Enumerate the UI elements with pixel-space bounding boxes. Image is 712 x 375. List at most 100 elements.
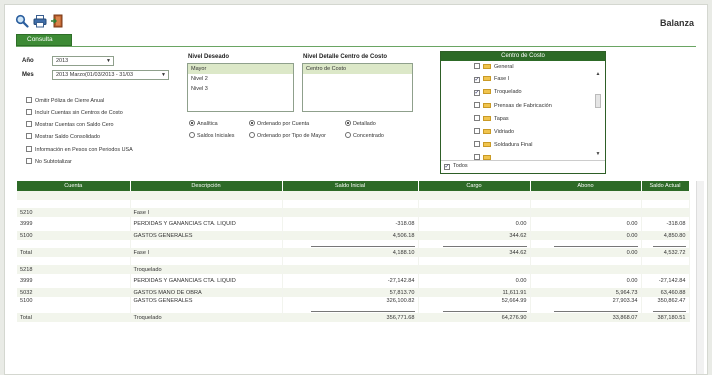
radio-detallado[interactable]: Detallado (345, 120, 376, 127)
chevron-down-icon[interactable]: ▼ (594, 151, 602, 159)
table-total-row[interactable]: Total Troquelado 356,771.68 64,276.90 33… (17, 313, 690, 322)
checkbox[interactable] (474, 128, 480, 134)
cell-saldo-actual: 350,862.47 (641, 297, 690, 305)
toolbar (15, 14, 66, 30)
radio-analitica[interactable]: Analítica (189, 120, 218, 127)
table-row[interactable]: 5210 Fase I (17, 208, 690, 217)
option-pesos-usa[interactable]: Información en Pesos con Periodos USA (26, 146, 133, 153)
cell-abono: 0.00 (530, 248, 642, 257)
mes-select[interactable]: 2013 Marzo(01/03/2013 - 31/03 ▼ (52, 70, 169, 80)
balanza-window: Balanza Consulta Año 2013 ▼ Mes 2013 Mar… (4, 4, 708, 375)
tree-item-vidriado[interactable]: Vidriado (474, 128, 514, 135)
checkbox[interactable] (26, 133, 32, 139)
print-icon[interactable] (33, 14, 47, 28)
list-item[interactable]: Nivel 2 (188, 74, 293, 84)
radio-button[interactable] (345, 132, 351, 138)
nivel-detalle-list[interactable]: Centro de Costo (302, 63, 413, 112)
table-row[interactable]: 5100 GASTOS GENERALES 4,506.18 344.62 0.… (17, 231, 690, 240)
cell-saldo-inicial: -27,142.84 (282, 274, 419, 288)
checkbox[interactable] (26, 158, 32, 164)
radio-button[interactable] (249, 120, 255, 126)
cell-descripcion: PERDIDAS Y GANANCIAS CTA. LIQUID (130, 217, 283, 231)
chevron-down-icon: ▼ (106, 58, 111, 64)
checkbox[interactable] (444, 164, 450, 170)
checkbox[interactable] (474, 90, 480, 96)
anio-select[interactable]: 2013 ▼ (52, 56, 114, 66)
checkbox[interactable] (474, 77, 480, 83)
folder-icon (483, 89, 491, 94)
nivel-deseado-label: Nivel Deseado (188, 54, 230, 60)
checkbox[interactable] (26, 121, 32, 127)
checkbox[interactable] (474, 115, 480, 121)
radio-button[interactable] (345, 120, 351, 126)
table-total-row[interactable]: Total Fase I 4,188.10 344.62 0.00 4,532.… (17, 248, 690, 257)
tree-item-tapas[interactable]: Tapas (474, 115, 509, 122)
option-omitir-poliza[interactable]: Omitir Póliza de Cierre Anual (26, 97, 104, 104)
radio-ordenado-tipo[interactable]: Ordenado por Tipo de Mayor (249, 132, 326, 139)
option-saldo-cero[interactable]: Mostrar Cuentas con Saldo Cero (26, 121, 114, 128)
nivel-deseado-list[interactable]: Mayor Nivel 2 Nivel 3 (187, 63, 294, 112)
checkbox[interactable] (474, 63, 480, 69)
radio-saldos-iniciales[interactable]: Saldos Iniciales (189, 132, 234, 139)
option-label: No Subtotalizar (35, 159, 72, 165)
list-item[interactable]: Nivel 3 (188, 84, 293, 94)
tree-item-general[interactable]: General (474, 63, 514, 70)
tree-scrollbar[interactable]: ▲ ▼ (594, 71, 602, 159)
radio-concentrado[interactable]: Concentrado (345, 132, 384, 139)
todos-option[interactable]: Todos (444, 163, 468, 170)
checkbox[interactable] (474, 154, 480, 160)
scrollbar-thumb[interactable] (595, 94, 601, 108)
todos-label: Todos (453, 163, 468, 169)
checkbox[interactable] (474, 141, 480, 147)
cell-descripcion: GASTOS MANO DE OBRA (130, 288, 283, 297)
subtotal-rule-row (17, 305, 690, 313)
centro-de-costo-panel: Centro de Costo General Fase I Troquelad… (440, 51, 606, 174)
radio-button[interactable] (249, 132, 255, 138)
table-scrollbar[interactable] (696, 181, 704, 374)
subtotal-rule (311, 310, 415, 312)
radio-button[interactable] (189, 132, 195, 138)
option-incluir-cuentas[interactable]: Incluir Cuentas sin Centros de Costo (26, 109, 123, 116)
tree-item-troquelado[interactable]: Troquelado (474, 89, 522, 96)
option-saldo-consolidado[interactable]: Mostrar Saldo Consolidado (26, 133, 100, 140)
cell-saldo-actual: 4,532.72 (641, 248, 690, 257)
option-no-subtotalizar[interactable]: No Subtotalizar (26, 158, 72, 165)
column-header-cargo[interactable]: Cargo (418, 181, 531, 191)
table-row[interactable]: 3999 PERDIDAS Y GANANCIAS CTA. LIQUID -2… (17, 274, 690, 288)
chevron-up-icon[interactable]: ▲ (594, 71, 602, 79)
cell-abono: 27,903.34 (530, 297, 642, 305)
tree-item-soldadura[interactable]: Soldadura Final (474, 141, 533, 148)
tree-item-label: Tapas (494, 116, 509, 122)
centro-de-costo-title: Centro de Costo (441, 52, 605, 61)
anio-select-value: 2013 (56, 58, 69, 64)
checkbox[interactable] (474, 102, 480, 108)
column-header-descripcion[interactable]: Descripción (130, 181, 283, 191)
table-row[interactable]: 3999 PERDIDAS Y GANANCIAS CTA. LIQUID -3… (17, 217, 690, 231)
table-row[interactable]: 5032 GASTOS MANO DE OBRA 57,813.70 11,61… (17, 288, 690, 297)
exit-door-icon[interactable] (50, 14, 64, 28)
subtotal-rule (442, 245, 527, 247)
table-spacer-row (17, 191, 690, 200)
column-header-saldo-inicial[interactable]: Saldo Inicial (282, 181, 419, 191)
checkbox[interactable] (26, 146, 32, 152)
checkbox[interactable] (26, 97, 32, 103)
table-row[interactable]: 5100 GASTOS GENERALES 326,100.82 52,664.… (17, 297, 690, 305)
column-header-cuenta[interactable]: Cuenta (17, 181, 131, 191)
table-row[interactable]: 5218 Troquelado (17, 265, 690, 274)
cell-saldo-inicial: 356,771.68 (282, 313, 419, 322)
list-item[interactable]: Centro de Costo (303, 64, 412, 74)
column-header-abono[interactable]: Abono (530, 181, 642, 191)
column-header-saldo-actual[interactable]: Saldo Actual (641, 181, 690, 191)
cell-abono: 0.00 (530, 231, 642, 240)
tree-item-partial[interactable] (474, 154, 494, 160)
consulta-tab-button[interactable]: Consulta (16, 34, 72, 46)
checkbox[interactable] (26, 109, 32, 115)
cell-cuenta: 3999 (17, 217, 131, 231)
tree-item-fase-i[interactable]: Fase I (474, 76, 509, 83)
radio-button[interactable] (189, 120, 195, 126)
search-icon[interactable] (15, 14, 29, 28)
list-item[interactable]: Mayor (188, 64, 293, 74)
centro-de-costo-tree[interactable]: General Fase I Troquelado Prensas de Fab… (441, 61, 605, 161)
tree-item-prensas[interactable]: Prensas de Fabricación (474, 102, 552, 109)
radio-ordenado-cuenta[interactable]: Ordenado por Cuenta (249, 120, 309, 127)
